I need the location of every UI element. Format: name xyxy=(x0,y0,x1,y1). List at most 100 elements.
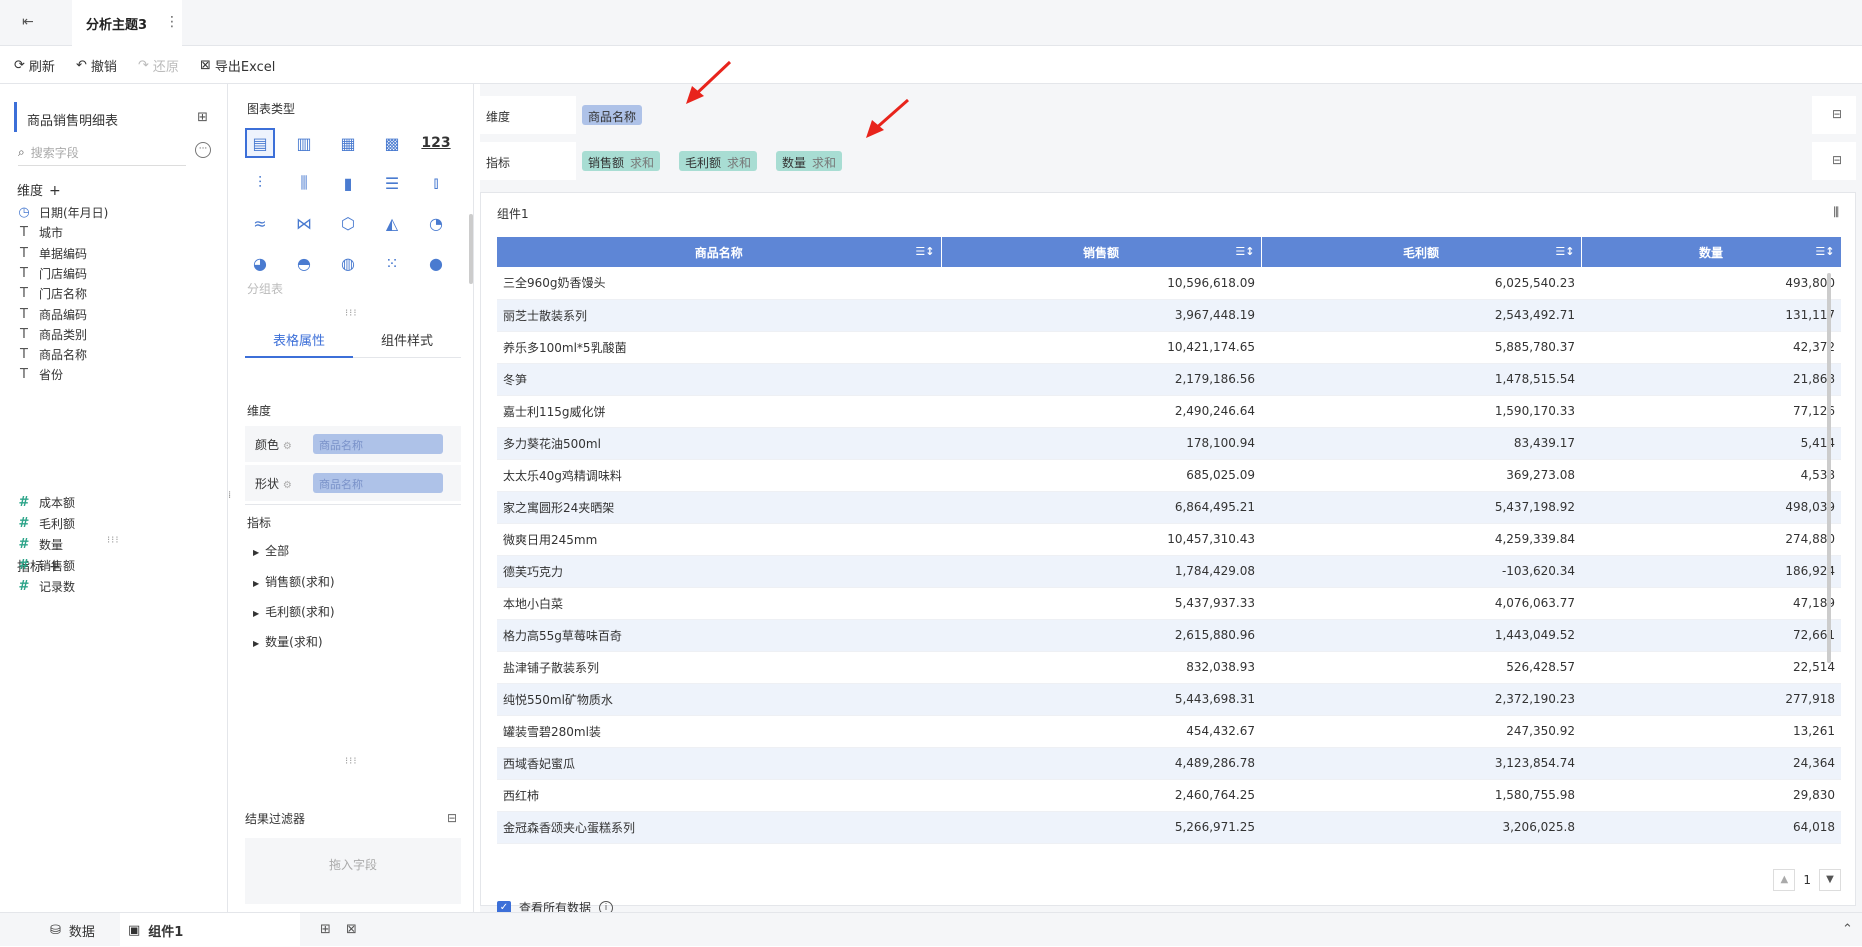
color-field-chip[interactable]: 商品名称 xyxy=(313,434,443,454)
table-row[interactable]: 嘉士利115g威化饼 2,490,246.64 1,590,170.33 77,126 xyxy=(497,395,1841,428)
dataset-selector[interactable]: 商品销售明细表 ⊞ xyxy=(14,102,214,132)
line-chart-icon[interactable]: ≈ xyxy=(245,208,275,238)
gear-icon[interactable]: ⚙ xyxy=(283,480,292,491)
refresh-button[interactable]: ⟳ 刷新 xyxy=(14,56,55,75)
resize-handle[interactable]: ⁝⁝⁝ xyxy=(107,535,120,546)
column-header[interactable]: 商品名称 ☰↕ xyxy=(497,237,942,267)
tab-widget[interactable]: ▣ 组件1 xyxy=(120,913,300,947)
column-chart-icon[interactable]: ▮ xyxy=(333,168,363,198)
add-widget-icon[interactable]: ⊞ xyxy=(320,922,331,937)
add-dashboard-icon[interactable]: ⊠ xyxy=(346,922,357,937)
shelf-settings-icon[interactable]: ⊟ xyxy=(1832,153,1842,167)
scatter-chart-icon[interactable]: ⁙ xyxy=(377,248,407,278)
exit-icon[interactable]: ⇤ xyxy=(22,14,42,32)
pie-chart-icon[interactable]: ◕ xyxy=(245,248,275,278)
table-row[interactable]: 纯悦550ml矿物质水 5,443,698.31 2,372,190.23 277,9… xyxy=(497,683,1841,716)
dimension-field[interactable]: T 单据编码 xyxy=(17,245,87,262)
dimension-chip[interactable]: 商品名称 xyxy=(582,105,643,125)
add-dimension-icon[interactable]: + xyxy=(49,183,61,199)
measure-field[interactable]: # 数量 xyxy=(17,536,63,553)
dimension-field[interactable]: T 商品类别 xyxy=(17,326,87,343)
table-row[interactable]: 西红柿 2,460,764.25 1,580,755.98 29,830 xyxy=(497,779,1841,812)
sunburst-chart-icon[interactable]: ◍ xyxy=(333,248,363,278)
table-row[interactable]: 三全960g奶香馒头 10,596,618.09 6,025,540.23 493,8… xyxy=(497,267,1841,300)
table-chart-icon[interactable]: ▤ xyxy=(245,128,275,158)
table-row[interactable]: 罐装雪碧280ml装 454,432.67 247,350.92 13,261 xyxy=(497,715,1841,748)
collapse-up-icon[interactable]: ⌃ xyxy=(1842,922,1853,937)
tree-item-profit[interactable]: ▶ 毛利额(求和) xyxy=(253,603,335,620)
dimension-field[interactable]: T 商品编码 xyxy=(17,306,87,323)
table-row[interactable]: 家之寓圆形24夹晒架 6,864,495.21 5,437,198.92 498,03… xyxy=(497,491,1841,524)
table-row[interactable]: 冬笋 2,179,186.56 1,478,515.54 21,868 xyxy=(497,363,1841,396)
table-row[interactable]: 微爽日用245mm 10,457,310.43 4,259,339.84 274,88… xyxy=(497,523,1841,556)
table-row[interactable]: 本地小白菜 5,437,937.33 4,076,063.77 47,189 xyxy=(497,587,1841,620)
gauge-chart-icon[interactable]: ◔ xyxy=(421,208,451,238)
shape-field-chip[interactable]: 商品名称 xyxy=(313,473,443,493)
table-row[interactable]: 德芙巧克力 1,784,429.08 -103,620.34 186,924 xyxy=(497,555,1841,588)
table-row[interactable]: 西域香妃蜜瓜 4,489,286.78 3,123,854.74 24,364 xyxy=(497,747,1841,780)
dimension-field[interactable]: T 省份 xyxy=(17,366,63,383)
tab-table-properties[interactable]: 表格属性 xyxy=(245,320,353,358)
dimension-field[interactable]: T 门店名称 xyxy=(17,285,87,302)
tree-item-sales[interactable]: ▶ 销售额(求和) xyxy=(253,573,335,590)
more-icon[interactable]: ⋮ xyxy=(165,14,179,30)
undo-button[interactable]: ↶ 撤销 xyxy=(76,56,117,75)
dimension-field[interactable]: T 商品名称 xyxy=(17,346,87,363)
measure-field[interactable]: # 成本额 xyxy=(17,494,75,511)
measure-field[interactable]: # 毛利额 xyxy=(17,515,75,532)
resize-handle-mid[interactable]: ⁝⁝⁝ xyxy=(345,308,358,319)
bar-chart-icon[interactable]: ☰ xyxy=(377,168,407,198)
shelf-settings-icon[interactable]: ⊟ xyxy=(1832,107,1842,121)
rose-chart-icon[interactable]: ◓ xyxy=(289,248,319,278)
panel-resize-handle[interactable]: ⁞ xyxy=(228,490,232,501)
sort-icon[interactable]: ☰↕ xyxy=(1815,245,1834,258)
measure-drop-zone[interactable]: 销售额 求和 毛利额 求和 数量 求和 xyxy=(576,142,1812,180)
radar-chart-icon[interactable]: ⬡ xyxy=(333,208,363,238)
bubble-chart-icon[interactable]: ● xyxy=(421,248,451,278)
tab-data[interactable]: ⛁ 数据 xyxy=(40,913,105,947)
grouped-column-icon[interactable]: ⫶ xyxy=(245,168,275,198)
measure-chip-profit[interactable]: 毛利额 求和 xyxy=(679,151,758,171)
table-row[interactable]: 格力高55g草莓味百奇 2,615,880.96 1,443,049.52 72,66… xyxy=(497,619,1841,652)
dimension-field[interactable]: ◷ 日期(年月日) xyxy=(17,204,108,221)
table-row[interactable]: 多力葵花油500ml 178,100.94 83,439.17 5,414 xyxy=(497,427,1841,460)
measure-field[interactable]: # 记录数 xyxy=(17,578,75,595)
switch-dataset-icon[interactable]: ⊞ xyxy=(197,110,208,125)
column-header[interactable]: 销售额 ☰↕ xyxy=(941,237,1262,267)
combo-chart-icon[interactable]: ⋈ xyxy=(289,208,319,238)
kpi-card-icon[interactable]: ▩ xyxy=(377,128,407,158)
table-row[interactable]: 盐津铺子散装系列 832,038.93 526,428.57 22,514 xyxy=(497,651,1841,684)
table-row[interactable]: 丽芝士散装系列 3,967,448.19 2,543,492.71 131,117 xyxy=(497,299,1841,332)
search-input[interactable]: ⌕ 搜索字段 xyxy=(18,140,186,166)
table-scrollbar[interactable] xyxy=(1827,273,1831,663)
dimension-field[interactable]: T 城市 xyxy=(17,224,63,241)
cross-table-icon[interactable]: ▥ xyxy=(289,128,319,158)
filter-lock-icon[interactable]: ⊟ xyxy=(447,811,457,825)
tab-widget-style[interactable]: 组件样式 xyxy=(353,320,461,358)
sort-icon[interactable]: ☰↕ xyxy=(1555,245,1574,258)
table-row[interactable]: 养乐多100ml*5乳酸菌 10,421,174.65 5,885,780.37 42… xyxy=(497,331,1841,364)
detail-table-icon[interactable]: ▦ xyxy=(333,128,363,158)
measure-chip-sales[interactable]: 销售额 求和 xyxy=(582,151,661,171)
resize-handle-filter[interactable]: ⁝⁝⁝ xyxy=(345,756,358,767)
multi-column-icon[interactable]: ⫾ xyxy=(421,168,451,198)
more-options-icon[interactable]: ··· xyxy=(195,142,211,158)
color-attribute[interactable]: 颜色 ⚙ 商品名称 xyxy=(245,426,461,462)
export-excel-button[interactable]: ⊠ 导出Excel xyxy=(200,56,275,75)
shape-attribute[interactable]: 形状 ⚙ 商品名称 xyxy=(245,465,461,501)
column-header[interactable]: 数量 ☰↕ xyxy=(1581,237,1842,267)
dimension-drop-zone[interactable]: 商品名称 xyxy=(576,96,1812,134)
measure-field[interactable]: # 销售额 xyxy=(17,557,75,574)
table-row[interactable]: 太太乐40g鸡精调味料 685,025.09 369,273.08 4,538 xyxy=(497,459,1841,492)
number-card-icon[interactable]: 123 xyxy=(421,128,451,158)
filter-drop-zone[interactable]: 拖入字段 xyxy=(245,838,461,904)
gear-icon[interactable]: ⚙ xyxy=(283,441,292,452)
area-chart-icon[interactable]: ◭ xyxy=(377,208,407,238)
column-settings-icon[interactable]: ⫼ xyxy=(1833,205,1839,220)
measure-chip-quantity[interactable]: 数量 求和 xyxy=(776,151,843,171)
column-header[interactable]: 毛利额 ☰↕ xyxy=(1261,237,1582,267)
stacked-column-icon[interactable]: ⫼ xyxy=(289,168,319,198)
tree-item-all[interactable]: ▶ 全部 xyxy=(253,542,289,559)
sort-icon[interactable]: ☰↕ xyxy=(1235,245,1254,258)
page-down-icon[interactable]: ▼ xyxy=(1819,869,1841,891)
